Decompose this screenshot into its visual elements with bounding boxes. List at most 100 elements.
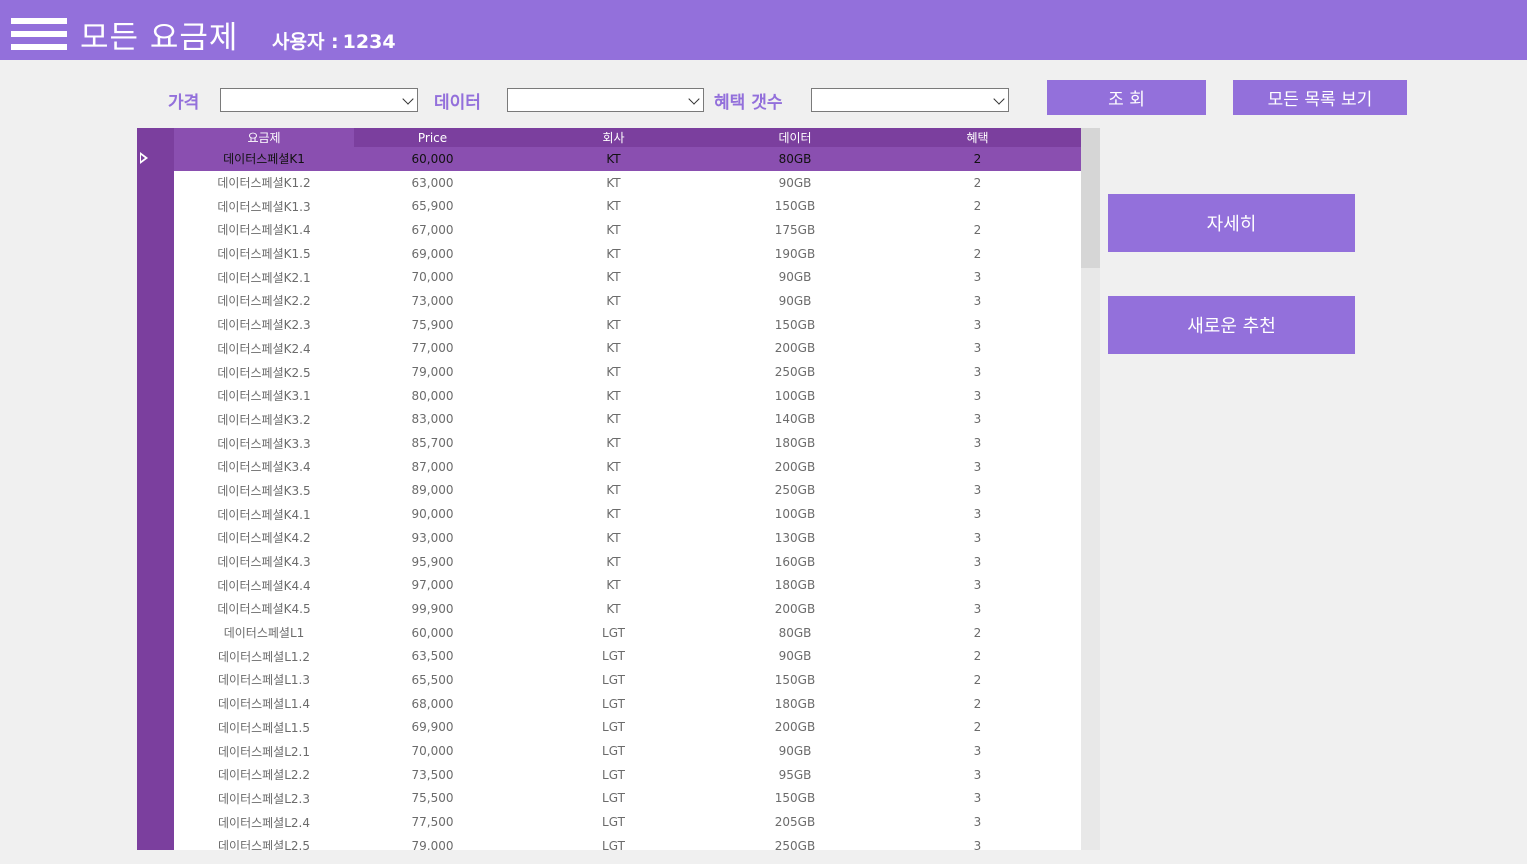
cell-plan: 데이터스페셜L1.3 [217,673,310,688]
user-id: 1234 [342,31,396,53]
cell-plan: 데이터스페셜K4.3 [217,555,311,570]
table-row[interactable]: 데이터스페셜L1.3 65,500 LGT 150GB 2 [174,668,1081,692]
cell-price: 60,000 [411,151,454,166]
cell-company: KT [606,507,621,522]
table-row[interactable]: 데이터스페셜K3.2 83,000 KT 140GB 3 [174,408,1081,432]
table-row[interactable]: 데이터스페셜L1.4 68,000 LGT 180GB 2 [174,692,1081,716]
cell-plan: 데이터스페셜K4.1 [217,507,311,522]
table-row[interactable]: 데이터스페셜K2.1 70,000 KT 90GB 3 [174,265,1081,289]
row-header-column [137,128,174,850]
price-filter-select[interactable] [220,88,418,112]
cell-data: 200GB [774,720,816,735]
cell-benefit: 3 [973,293,982,308]
cell-plan: 데이터스페셜K1.5 [217,247,311,262]
cell-company: KT [606,270,621,285]
table-row[interactable]: 데이터스페셜L1 60,000 LGT 80GB 2 [174,621,1081,645]
benefit-count-filter-label: 혜택 갯수 [714,93,783,113]
show-all-button[interactable]: 모든 목록 보기 [1233,80,1407,115]
cell-plan: 데이터스페셜K2.1 [217,270,311,285]
scrollbar-thumb[interactable] [1081,128,1100,268]
table-row[interactable]: 데이터스페셜L1.2 63,500 LGT 90GB 2 [174,644,1081,668]
column-header-company[interactable]: 회사 [511,128,716,147]
column-header-plan[interactable]: 요금제 [174,128,354,147]
page-title: 모든 요금제 [80,20,239,56]
cell-data: 140GB [774,412,816,427]
table-row[interactable]: 데이터스페셜K4.3 95,900 KT 160GB 3 [174,550,1081,574]
cell-company: KT [606,365,621,380]
cell-company: KT [606,317,621,332]
table-row[interactable]: 데이터스페셜L2.5 79,000 LGT 250GB 3 [174,834,1081,850]
benefit-count-filter-select[interactable] [811,88,1009,112]
cell-price: 93,000 [411,530,454,545]
table-row[interactable]: 데이터스페셜K1.5 69,000 KT 190GB 2 [174,242,1081,266]
cell-benefit: 3 [973,554,982,569]
cell-company: KT [606,341,621,356]
cell-company: KT [606,554,621,569]
cell-benefit: 3 [973,530,982,545]
details-button[interactable]: 자세히 [1108,194,1355,252]
hamburger-menu-icon[interactable] [11,18,67,52]
table-row[interactable]: 데이터스페셜K2.5 79,000 KT 250GB 3 [174,360,1081,384]
table-row[interactable]: 데이터스페셜K1.3 65,900 KT 150GB 2 [174,194,1081,218]
cell-data: 180GB [774,696,816,711]
new-recommendation-button[interactable]: 새로운 추천 [1108,296,1355,354]
cell-benefit: 3 [973,388,982,403]
table-row[interactable]: 데이터스페셜K4.4 97,000 KT 180GB 3 [174,573,1081,597]
table-row[interactable]: 데이터스페셜K4.5 99,900 KT 200GB 3 [174,597,1081,621]
table-row[interactable]: 데이터스페셜K2.4 77,000 KT 200GB 3 [174,337,1081,361]
cell-company: KT [606,459,621,474]
cell-company: KT [606,388,621,403]
table-row[interactable]: 데이터스페셜L2.3 75,500 LGT 150GB 3 [174,787,1081,811]
search-button[interactable]: 조 회 [1047,80,1206,115]
table-row[interactable]: 데이터스페셜L2.2 73,500 LGT 95GB 3 [174,763,1081,787]
cell-benefit: 3 [973,601,982,616]
table-row[interactable]: 데이터스페셜K3.1 80,000 KT 100GB 3 [174,384,1081,408]
cell-price: 69,000 [411,246,454,261]
cell-plan: 데이터스페셜L2.3 [217,791,310,806]
table-row[interactable]: 데이터스페셜L2.1 70,000 LGT 90GB 3 [174,739,1081,763]
table-row[interactable]: 데이터스페셜K4.2 93,000 KT 130GB 3 [174,526,1081,550]
column-header-price[interactable]: Price [354,128,511,147]
cell-company: LGT [602,625,625,640]
cell-data: 90GB [778,175,812,190]
cell-benefit: 2 [973,672,982,687]
cell-benefit: 3 [973,791,982,806]
table-row[interactable]: 데이터스페셜K3.4 87,000 KT 200GB 3 [174,455,1081,479]
chevron-down-icon [402,93,414,105]
table-row[interactable]: 데이터스페셜K3.5 89,000 KT 250GB 3 [174,479,1081,503]
cell-plan: 데이터스페셜L1.4 [217,697,310,712]
cell-plan: 데이터스페셜K3.2 [217,412,311,427]
column-header-benefit[interactable]: 혜택 [874,128,1081,147]
cell-benefit: 2 [973,246,982,261]
cell-benefit: 3 [973,838,982,850]
cell-plan: 데이터스페셜K2.3 [217,318,311,333]
user-info: 사용자 :1234 [268,27,396,54]
cell-company: LGT [602,791,625,806]
cell-data: 200GB [774,341,816,356]
cell-benefit: 2 [973,625,982,640]
cell-data: 205GB [774,815,816,830]
table-row[interactable]: 데이터스페셜K2.3 75,900 KT 150GB 3 [174,313,1081,337]
cell-benefit: 3 [973,507,982,522]
column-header-data[interactable]: 데이터 [716,128,874,147]
table-row[interactable]: 데이터스페셜K4.1 90,000 KT 100GB 3 [174,502,1081,526]
table-row[interactable]: 데이터스페셜K1.4 67,000 KT 175GB 2 [174,218,1081,242]
table-row[interactable]: 데이터스페셜L2.4 77,500 LGT 205GB 3 [174,810,1081,834]
cell-benefit: 2 [973,199,982,214]
table-row[interactable]: 데이터스페셜K1.2 63,000 KT 90GB 2 [174,171,1081,195]
data-filter-select[interactable] [507,88,704,112]
cell-benefit: 3 [973,578,982,593]
cell-price: 63,500 [411,649,454,664]
cell-price: 79,000 [411,838,454,850]
table-row[interactable]: 데이터스페셜K2.2 73,000 KT 90GB 3 [174,289,1081,313]
table-row[interactable]: 데이터스페셜K3.3 85,700 KT 180GB 3 [174,431,1081,455]
cell-company: LGT [602,838,625,850]
table-row[interactable]: 데이터스페셜K1 60,000 KT 80GB 2 [174,147,1081,171]
cell-price: 63,000 [411,175,454,190]
cell-price: 87,000 [411,459,454,474]
cell-company: KT [606,483,621,498]
cell-company: LGT [602,720,625,735]
plans-grid[interactable]: 요금제 Price 회사 데이터 혜택 데이터스페셜K1 60,000 KT 80GB… [137,128,1081,850]
table-row[interactable]: 데이터스페셜L1.5 69,900 LGT 200GB 2 [174,716,1081,740]
cell-price: 79,000 [411,365,454,380]
